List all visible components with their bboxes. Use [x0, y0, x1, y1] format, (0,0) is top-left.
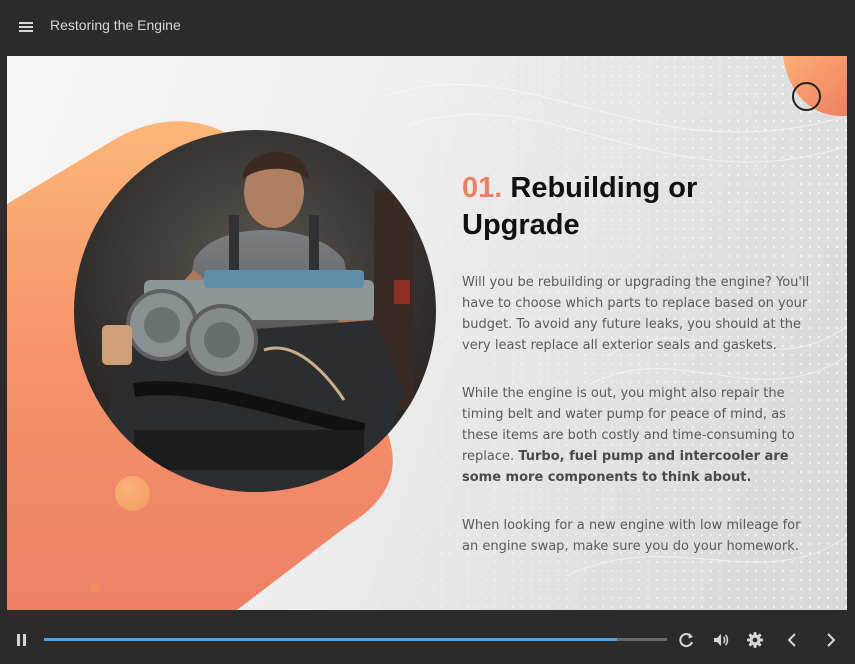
slide-canvas: 01. Rebuilding or Upgrade Will you be re…: [7, 56, 847, 610]
chevron-left-icon[interactable]: [782, 630, 802, 650]
heading-number: 01.: [462, 172, 503, 204]
slide-text-block: 01. Rebuilding or Upgrade Will you be re…: [462, 170, 812, 557]
circle-outline-decoration: [792, 82, 821, 111]
slide-heading: 01. Rebuilding or Upgrade: [462, 170, 812, 244]
chevron-right-icon[interactable]: [821, 630, 841, 650]
top-bar: Restoring the Engine: [0, 0, 855, 54]
progress-bar[interactable]: [44, 638, 667, 641]
course-title: Restoring the Engine: [50, 17, 181, 33]
paragraph-budget: Will you be rebuilding or upgrading the …: [462, 275, 810, 353]
replay-icon[interactable]: [677, 630, 697, 650]
gear-icon[interactable]: [745, 630, 765, 650]
paragraph-homework: When looking for a new engine with low m…: [462, 518, 801, 554]
paragraph-repairs: While the engine is out, you might also …: [462, 383, 812, 488]
mechanic-engine-photo: [74, 130, 436, 492]
playback-controls-bar: [0, 614, 855, 664]
small-dot-decoration: [90, 582, 101, 593]
pause-icon[interactable]: [12, 630, 32, 650]
volume-icon[interactable]: [711, 630, 731, 650]
orange-ball-decoration: [115, 476, 150, 511]
hamburger-menu-icon[interactable]: [17, 19, 37, 35]
progress-bar-fill: [44, 638, 618, 641]
